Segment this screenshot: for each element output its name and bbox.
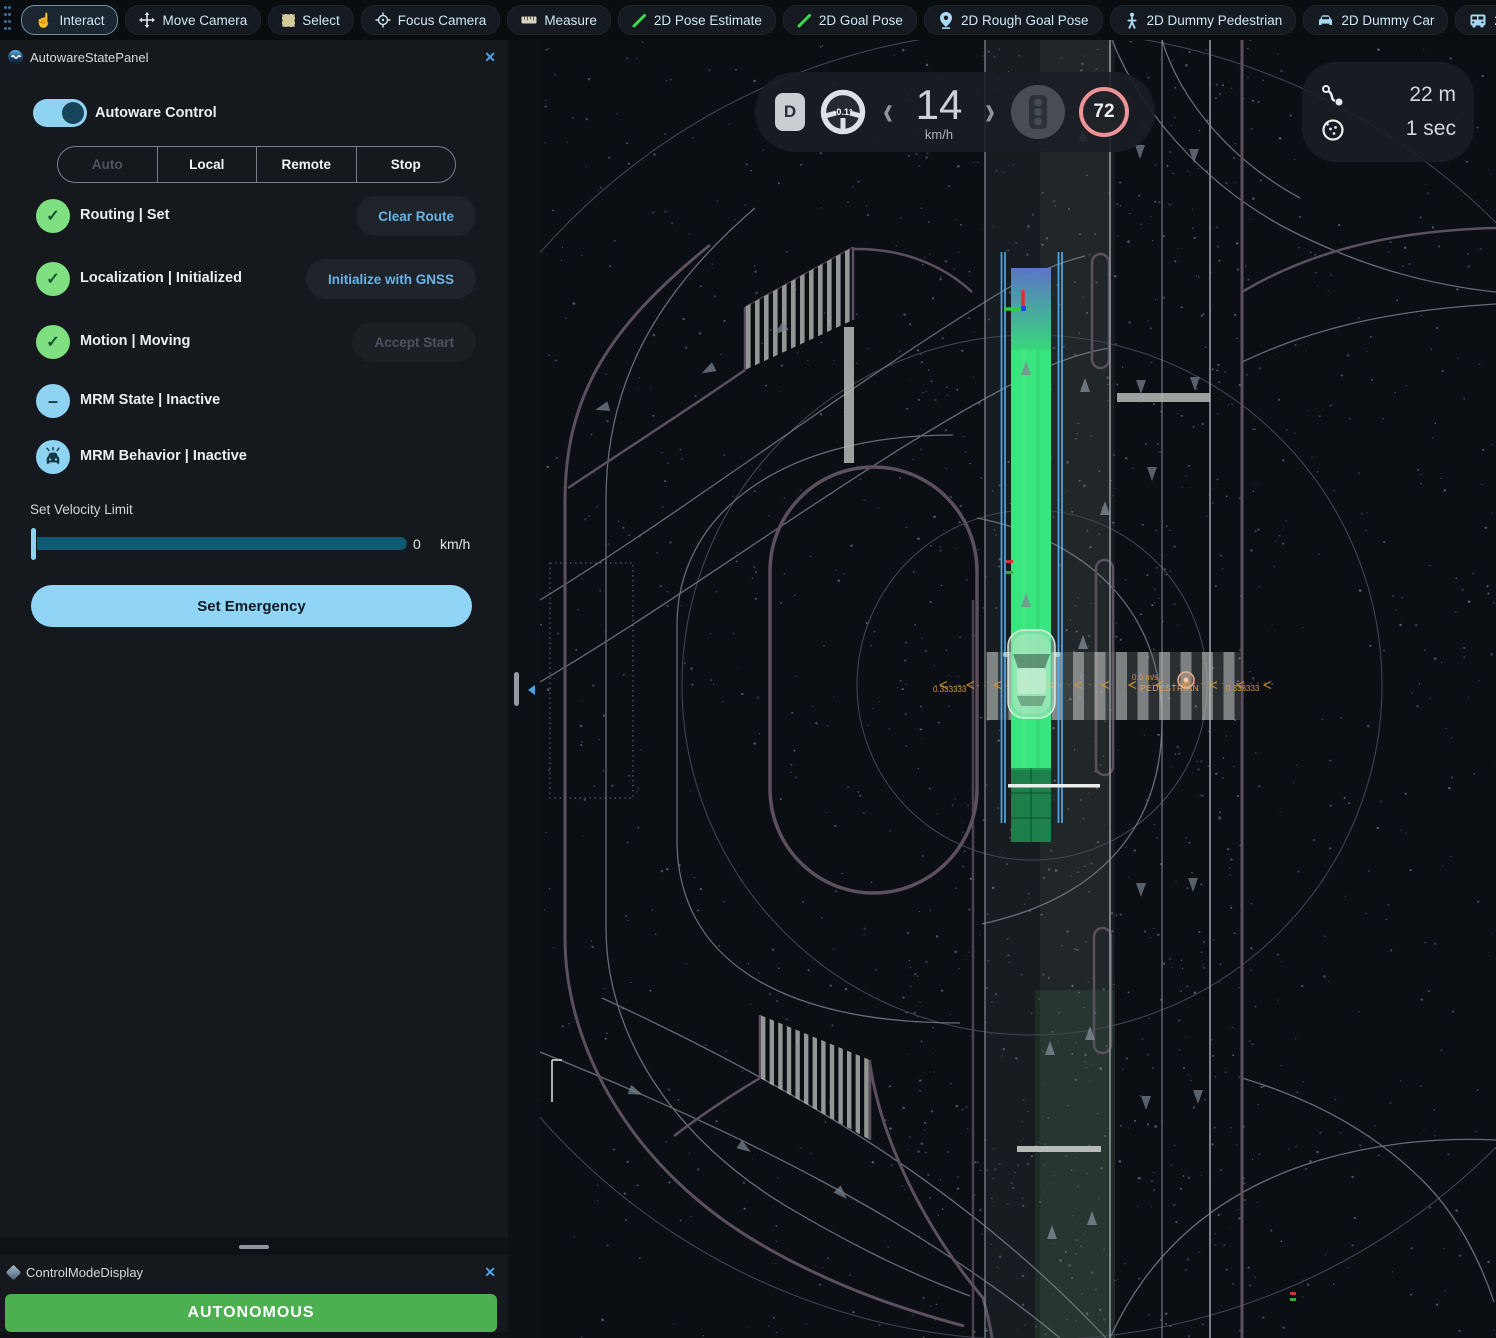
bus-icon [1469,13,1487,28]
close-icon[interactable]: ✕ [484,49,496,66]
car-icon [1317,13,1334,27]
clear-route-button[interactable]: Clear Route [356,196,476,236]
set-emergency-button[interactable]: Set Emergency [31,585,472,627]
3d-map-canvas[interactable]: 0.333333 0.0 m/s PEDESTRIAN 0.333333 [540,40,1496,1338]
speed-limit-sign: 72 [1079,87,1129,137]
check-icon: ✓ [36,325,70,359]
traffic-light-indicator [1011,85,1065,139]
panel-splitter[interactable] [508,40,540,1338]
autoware-control-toggle[interactable] [33,99,87,127]
svg-text:0.333333: 0.333333 [933,685,967,694]
bottom-strip [0,1332,508,1338]
goal-pose-button[interactable]: 2D Goal Pose [783,5,917,35]
velocity-slider-track[interactable] [37,537,407,550]
route-info-hud: 22 m 1 sec [1302,62,1474,162]
emergency-car-icon [36,440,70,474]
hand-cursor-icon: ☝ [35,13,52,27]
interact-button[interactable]: ☝ Interact [21,5,118,35]
mrm-behavior-row: MRM Behavior | Inactive [36,437,476,477]
autoware-state-panel: AutowareStatePanel ✕ Autoware Control Au… [0,40,508,1238]
accept-start-button[interactable]: Accept Start [352,322,476,362]
collapse-panel-icon[interactable] [528,685,535,695]
dashed-region [550,563,633,798]
control-mode-panel: ControlModeDisplay ✕ AUTONOMOUS [0,1255,508,1332]
pose-estimate-button[interactable]: 2D Pose Estimate [618,5,776,35]
green-arrow-icon [632,13,647,28]
speed-increase-chevron[interactable]: › [985,91,995,133]
mode-option-auto[interactable]: Auto [58,147,157,182]
mode-option-remote[interactable]: Remote [256,147,356,182]
panel-resize-area [0,1238,508,1255]
mode-option-local[interactable]: Local [157,147,257,182]
routing-status-row: ✓ Routing | Set Clear Route [36,196,476,236]
map-viewport[interactable]: 0.333333 0.0 m/s PEDESTRIAN 0.333333 D -… [540,40,1496,1338]
horizontal-drag-handle[interactable] [239,1245,269,1249]
vehicle-hud: D -0.1° ‹ 14 km/h › 72 [755,72,1155,152]
path-stop-line [1008,784,1100,788]
focus-camera-button[interactable]: Focus Camera [361,5,501,35]
autoware-control-label: Autoware Control [95,105,217,121]
planned-path [1011,268,1051,842]
move-arrows-icon [139,12,155,28]
velocity-value: 0 [413,536,421,552]
close-icon[interactable]: ✕ [484,1264,496,1281]
ruler-icon [521,12,537,28]
mrm-state-row: – MRM State | Inactive [36,381,476,421]
display-icon [6,1264,22,1280]
panel-header: AutowareStatePanel ✕ [0,40,508,74]
dummy-bus-button[interactable]: 2D D [1455,5,1496,35]
dummy-pedestrian-button[interactable]: 2D Dummy Pedestrian [1110,5,1297,35]
green-arrow-icon [797,13,812,28]
svg-text:-0.1°: -0.1° [833,107,853,117]
mode-segmented-control: Auto Local Remote Stop [57,146,456,183]
initialize-gnss-button[interactable]: Initialize with GNSS [306,259,476,299]
remaining-time-row: 1 sec [1320,116,1456,142]
speed-decrease-chevron[interactable]: ‹ [883,91,893,133]
stopwatch-icon [1320,116,1346,142]
localization-status-row: ✓ Localization | Initialized Initialize … [36,259,476,299]
autoware-logo-icon [8,50,23,65]
ego-vehicle [1003,630,1060,718]
velocity-unit: km/h [440,536,470,552]
svg-text:0.333333: 0.333333 [1226,684,1260,693]
steering-wheel-icon: -0.1° [819,88,867,136]
velocity-limit-label: Set Velocity Limit [30,502,133,517]
minus-icon: – [36,384,70,418]
panel-header: ControlModeDisplay ✕ [0,1255,508,1289]
gear-indicator: D [775,93,805,131]
autonomous-mode-button: AUTONOMOUS [5,1294,497,1332]
dummy-car-button[interactable]: 2D Dummy Car [1303,5,1448,35]
toolbar: ☝ Interact Move Camera Select Focus Came… [0,0,1496,40]
mode-option-stop[interactable]: Stop [356,147,456,182]
vertical-drag-handle[interactable] [514,672,519,706]
velocity-slider-handle[interactable] [31,528,36,560]
crosswalk-stripes-upper [746,240,850,376]
map-pin-icon [938,11,954,29]
route-icon [1320,83,1346,107]
crosswalk-stripes-lower [761,1008,869,1146]
measure-button[interactable]: Measure [507,5,611,35]
panel-title: AutowareStatePanel [30,50,484,65]
move-camera-button[interactable]: Move Camera [125,5,261,35]
svg-text:0.0 m/s: 0.0 m/s [1132,673,1158,682]
toolbar-drag-handle[interactable] [4,6,12,34]
speed-display: 14 km/h [909,84,969,141]
panel-title: ControlModeDisplay [26,1265,484,1280]
crosshair-icon [375,12,391,28]
remaining-distance-row: 22 m [1320,83,1456,107]
pedestrian-icon [1124,12,1140,29]
rough-goal-pose-button[interactable]: 2D Rough Goal Pose [924,5,1103,35]
select-box-icon [282,14,295,27]
motion-status-row: ✓ Motion | Moving Accept Start [36,322,476,362]
select-button[interactable]: Select [268,5,354,35]
check-icon: ✓ [36,199,70,233]
check-icon: ✓ [36,262,70,296]
